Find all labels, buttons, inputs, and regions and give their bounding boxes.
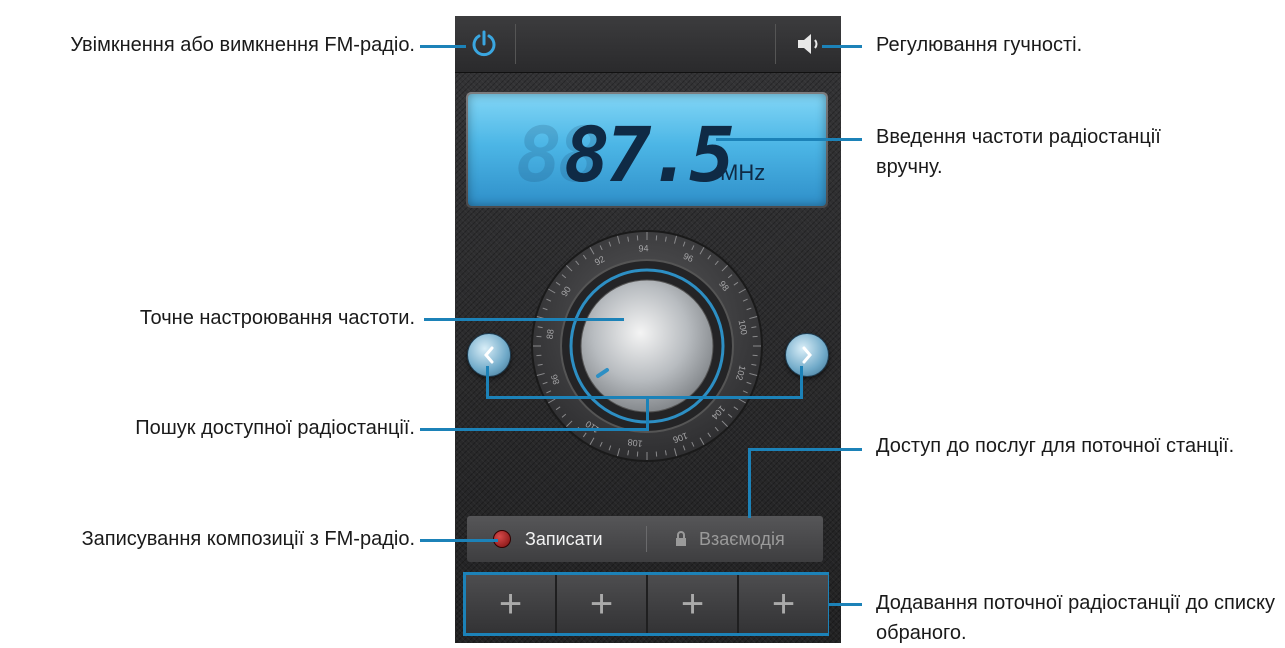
frequency-unit: MHz bbox=[720, 160, 765, 186]
callout-volume: Регулювання гучності. bbox=[876, 30, 1266, 60]
interact-label: Взаємодія bbox=[699, 529, 785, 550]
callout-line-search bbox=[420, 428, 649, 431]
callout-record: Записування композиції з FM-радіо. bbox=[0, 524, 415, 554]
callout-line-power bbox=[420, 45, 466, 48]
plus-icon: + bbox=[590, 582, 613, 627]
tuning-dial-area: 86889092949698100102104106108110 bbox=[455, 226, 841, 486]
chevron-left-icon bbox=[482, 346, 496, 364]
callout-line-manual bbox=[716, 138, 862, 141]
callout-line-search-h bbox=[486, 396, 802, 399]
callout-line-finetune bbox=[424, 318, 624, 321]
callout-line-fav bbox=[829, 603, 862, 606]
callout-manual-freq: Введення частоти радіостанції вручну. bbox=[876, 122, 1216, 182]
lock-icon bbox=[675, 531, 687, 547]
callout-services: Доступ до послуг для поточної станції. bbox=[876, 431, 1236, 461]
volume-icon bbox=[795, 32, 825, 56]
dial-scale-label: 88 bbox=[545, 329, 556, 340]
dial-scale-label: 94 bbox=[638, 243, 648, 253]
chevron-right-icon bbox=[800, 346, 814, 364]
callout-search: Пошук доступної радіостанції. bbox=[40, 413, 415, 443]
callout-line-services-h bbox=[748, 448, 862, 451]
callout-line-search-v bbox=[646, 396, 649, 430]
callout-add-fav: Додавання поточної радіостанції до списк… bbox=[876, 588, 1276, 648]
search-prev-button[interactable] bbox=[467, 333, 511, 377]
frequency-value: 87.5 bbox=[564, 110, 731, 199]
favorite-slot-4[interactable]: + bbox=[739, 575, 828, 633]
callout-line-search-l bbox=[486, 366, 489, 399]
dial-scale-label: 108 bbox=[627, 437, 643, 449]
callout-line-record bbox=[420, 539, 498, 542]
divider bbox=[775, 24, 776, 64]
tuning-dial[interactable]: 86889092949698100102104106108110 bbox=[455, 226, 841, 486]
volume-button[interactable] bbox=[785, 16, 835, 72]
fm-radio-screen: 88 87.5 MHz 868890929496981001021041 bbox=[455, 16, 841, 643]
plus-icon: + bbox=[681, 582, 704, 627]
favorite-slot-3[interactable]: + bbox=[648, 575, 737, 633]
callout-line-services-v bbox=[748, 448, 751, 518]
plus-icon: + bbox=[499, 582, 522, 627]
divider bbox=[515, 24, 516, 64]
favorite-slot-2[interactable]: + bbox=[557, 575, 646, 633]
top-bar bbox=[455, 16, 841, 73]
callout-line-search-r bbox=[800, 366, 803, 399]
record-label: Записати bbox=[525, 529, 603, 550]
interact-button[interactable]: Взаємодія bbox=[647, 516, 823, 562]
power-button[interactable] bbox=[459, 16, 509, 72]
lcd-screen[interactable]: 88 87.5 MHz bbox=[468, 94, 826, 206]
action-bar: Записати Взаємодія bbox=[467, 516, 823, 562]
power-icon bbox=[471, 29, 497, 59]
search-next-button[interactable] bbox=[785, 333, 829, 377]
dial-knob[interactable] bbox=[581, 280, 713, 412]
favorites-row: + + + + bbox=[463, 572, 829, 636]
callout-power: Увімкнення або вимкнення FM-радіо. bbox=[60, 30, 415, 60]
frequency-display[interactable]: 88 87.5 MHz bbox=[466, 92, 828, 208]
callout-line-volume bbox=[822, 45, 862, 48]
plus-icon: + bbox=[772, 582, 795, 627]
favorite-slot-1[interactable]: + bbox=[466, 575, 555, 633]
callout-fine-tune: Точне настроювання частоти. bbox=[40, 303, 415, 333]
